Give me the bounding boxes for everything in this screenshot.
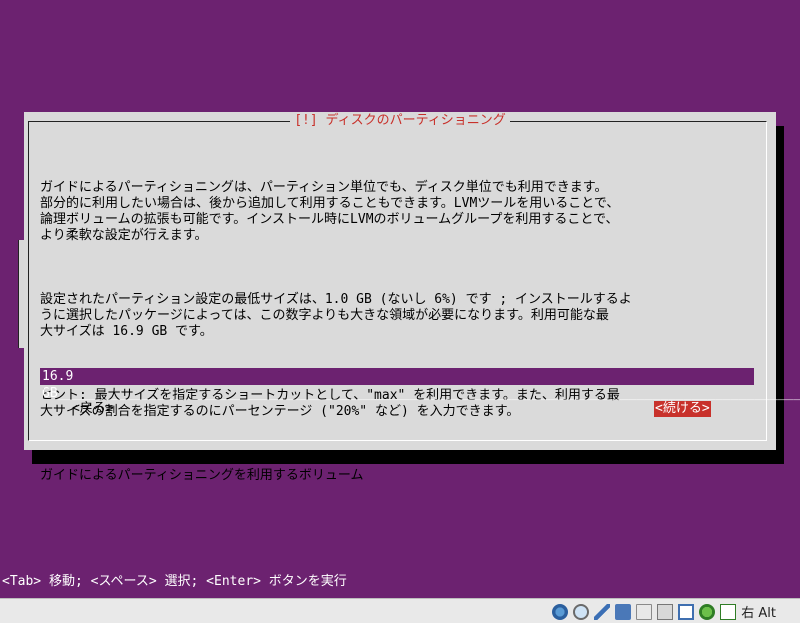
globe-icon[interactable]	[699, 603, 716, 620]
back-button[interactable]: <戻る>	[72, 401, 114, 417]
partition-dialog: [!] ディスクのパーティショニング ガイドによるパーティショニングは、パーティ…	[24, 112, 800, 483]
key-help-line: <Tab> 移動; <スペース> 選択; <Enter> ボタンを実行	[2, 574, 347, 589]
status-tray: 右 Alt	[552, 602, 776, 621]
hard-disk-icon[interactable]	[552, 603, 569, 620]
dialog-title: [!] ディスクのパーティショニング	[290, 113, 510, 128]
input-fill: ________________________________________…	[57, 386, 800, 401]
continue-button[interactable]: <続ける>	[654, 401, 711, 417]
mouse-integration-icon[interactable]	[720, 603, 737, 620]
shared-folder-icon[interactable]	[636, 603, 653, 620]
network-icon[interactable]	[615, 603, 632, 620]
optical-drive-icon[interactable]	[573, 603, 590, 620]
dialog-title-bar: [!] ディスクのパーティショニング	[24, 112, 776, 130]
minimum-size-paragraph: 設定されたパーティション設定の最低サイズは、1.0 GB (ないし 6%) です…	[40, 292, 632, 339]
host-key-label: 右 Alt	[741, 606, 776, 621]
vm-status-bar: 右 Alt	[0, 598, 800, 623]
input-prompt: ガイドによるパーティショニングを利用するボリューム	[40, 468, 364, 483]
usb-icon[interactable]	[657, 603, 674, 620]
description-paragraph: ガイドによるパーティショニングは、パーティション単位でも、ディスク単位でも利用で…	[40, 180, 620, 243]
dialog-body: ガイドによるパーティショニングは、パーティション単位でも、ディスク単位でも利用で…	[40, 148, 760, 516]
size-input[interactable]: 16.9 GB_________________________________…	[40, 368, 800, 401]
display-icon[interactable]	[678, 603, 695, 620]
pen-icon[interactable]	[594, 603, 611, 620]
